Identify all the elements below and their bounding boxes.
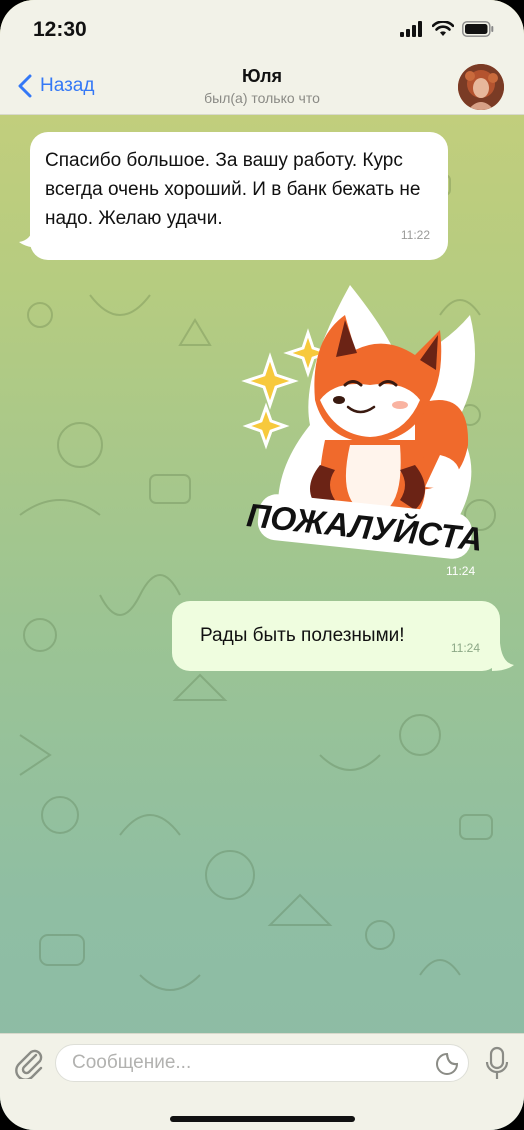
chat-title: Юля xyxy=(241,66,283,86)
battery-icon xyxy=(462,21,494,37)
phone-screen: 12:30 Назад Юля был(а) только что Спасиб… xyxy=(0,0,524,1130)
message-input[interactable] xyxy=(55,1044,469,1082)
paperclip-icon[interactable] xyxy=(14,1047,44,1079)
wifi-icon xyxy=(432,21,454,36)
signal-icon xyxy=(400,21,422,37)
outgoing-message[interactable]: Рады быть полезными! 11:24 xyxy=(172,601,500,671)
sticker-time: 11:24 xyxy=(446,564,476,578)
chat-title-block[interactable]: Юля был(а) только что xyxy=(0,66,524,106)
message-text: Спасибо большое. За вашу работу. Курс вс… xyxy=(45,150,421,229)
status-bar: 12:30 xyxy=(0,0,524,60)
chat-subtitle: был(а) только что xyxy=(204,90,320,106)
status-icons xyxy=(400,21,494,37)
message-time: 11:24 xyxy=(450,641,480,655)
status-time: 12:30 xyxy=(33,18,87,41)
microphone-icon[interactable] xyxy=(485,1046,509,1082)
incoming-message[interactable]: Спасибо большое. За вашу работу. Курс вс… xyxy=(30,132,448,260)
home-indicator[interactable] xyxy=(170,1116,355,1122)
chat-header: Назад Юля был(а) только что xyxy=(0,60,524,115)
avatar[interactable] xyxy=(458,64,504,110)
message-time: 11:22 xyxy=(400,228,430,242)
sticker-icon[interactable] xyxy=(435,1052,459,1076)
fox-sticker[interactable]: ПОЖАЛУЙСТА xyxy=(240,275,480,565)
